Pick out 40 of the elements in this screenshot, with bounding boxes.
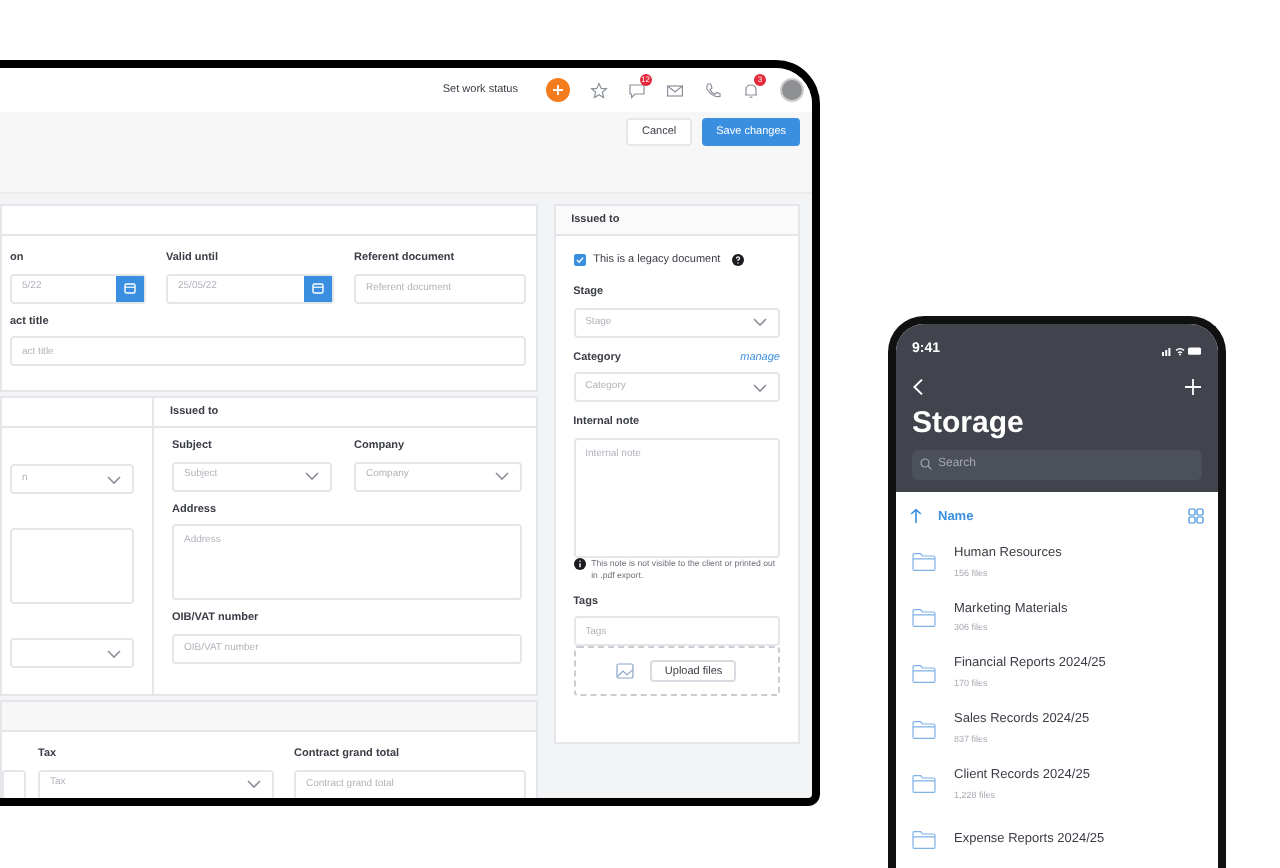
- folder-icon: [912, 774, 936, 795]
- help-icon: [732, 254, 745, 267]
- calendar-button[interactable]: [116, 275, 144, 301]
- chat-icon: [628, 81, 646, 99]
- search-icon: [920, 458, 932, 470]
- checkbox[interactable]: [573, 254, 586, 267]
- chevron-down-icon: [752, 381, 768, 394]
- chevron-down-icon: [752, 316, 768, 329]
- star-icon: [590, 81, 608, 99]
- folder-icon: [912, 719, 936, 740]
- mail-icon: [666, 81, 684, 99]
- info-icon: [573, 557, 586, 570]
- avatar[interactable]: [780, 78, 804, 102]
- select-field[interactable]: [10, 638, 134, 668]
- grid-view-icon: [1188, 508, 1204, 525]
- calendar-button[interactable]: [304, 275, 332, 301]
- chevron-down-icon: [246, 778, 262, 790]
- textarea-field[interactable]: [10, 528, 134, 604]
- image-icon: [616, 661, 637, 682]
- folder-icon: [912, 830, 936, 851]
- plus-icon: [1184, 377, 1202, 395]
- check-icon: [575, 256, 584, 265]
- folder-icon: [912, 663, 936, 684]
- plus-icon: [552, 84, 564, 96]
- text-field[interactable]: [2, 769, 26, 798]
- chevron-down-icon: [494, 470, 510, 482]
- back-icon: [912, 377, 924, 395]
- calendar-icon: [124, 282, 136, 294]
- add-button[interactable]: [546, 78, 570, 102]
- chevron-down-icon: [106, 647, 122, 659]
- phone-icon: [704, 81, 722, 99]
- folder-icon: [912, 607, 936, 628]
- status-icons: [1162, 345, 1202, 356]
- chevron-down-icon: [304, 470, 320, 482]
- chevron-down-icon: [106, 473, 122, 485]
- folder-icon: [912, 552, 936, 573]
- bell-icon: [742, 81, 760, 99]
- calendar-icon: [312, 282, 324, 294]
- sort-up-icon: [910, 508, 922, 525]
- screen-title: Storage: [912, 407, 1026, 437]
